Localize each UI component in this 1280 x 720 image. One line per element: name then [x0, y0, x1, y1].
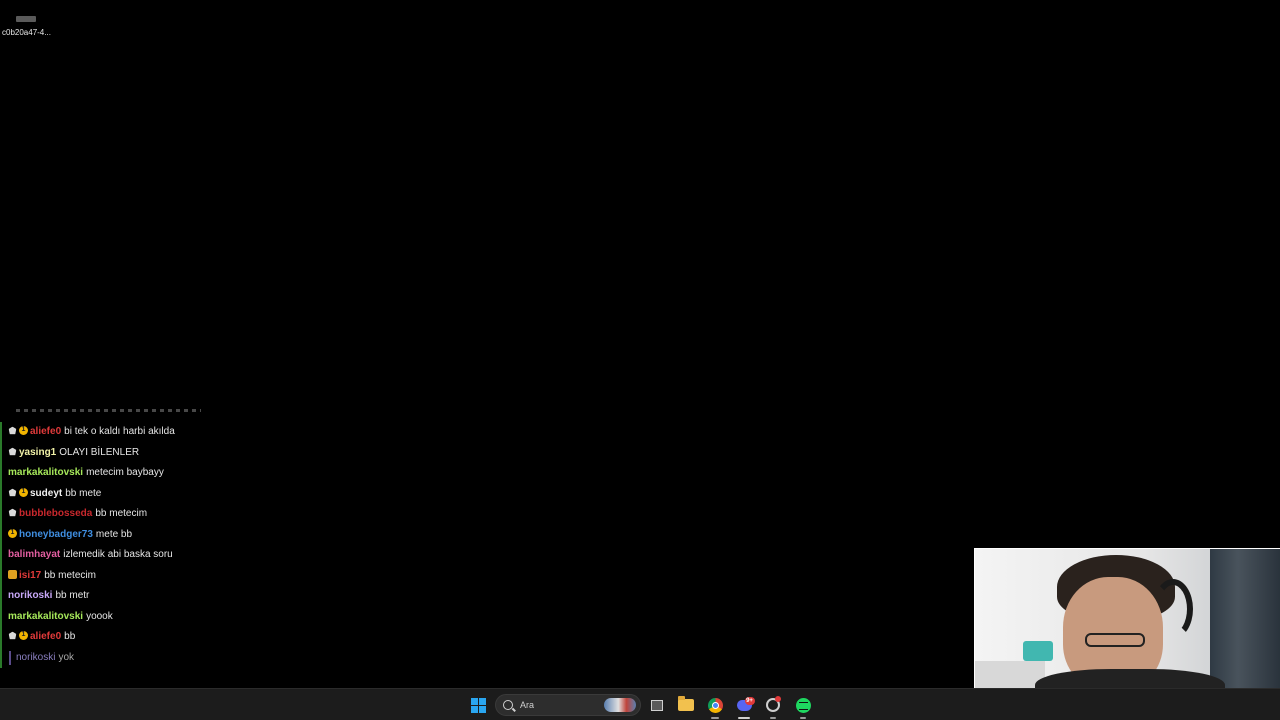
glasses — [1085, 633, 1145, 647]
chat-message: markakalitovski metecim baybayy — [0, 463, 230, 484]
crown-badge-icon — [8, 569, 17, 579]
coin-badge-icon — [8, 523, 17, 543]
chat-username: bubblebosseda — [19, 508, 93, 519]
folder-icon[interactable] — [676, 695, 696, 715]
discord-icon[interactable]: 9+ — [734, 695, 755, 715]
chat-overlay: aliefe0bi tek o kaldı harbi akıldayasing… — [0, 406, 230, 676]
chat-username: markakalitovski — [8, 467, 84, 478]
spotify-running-indicator — [800, 717, 806, 719]
wolf-badge-icon — [8, 631, 17, 640]
taskbar-search-box[interactable]: Ara — [495, 694, 641, 716]
task-view-icon[interactable] — [647, 695, 667, 715]
chat-message: aliefe0bb — [0, 625, 230, 648]
chat-username: norikoski — [16, 651, 56, 663]
chat-message: markakalitovski yoook — [0, 606, 230, 628]
coin-badge-icon — [19, 482, 28, 502]
headphones — [1153, 579, 1193, 639]
search-placeholder: Ara — [520, 700, 535, 710]
webcam-overlay — [974, 548, 1280, 688]
chat-reply-message: norikoski yok — [0, 647, 230, 669]
chat-username: yasing1 — [19, 446, 57, 458]
chat-text: OLAYI BİLENLER — [59, 446, 140, 458]
chat-text: yoook — [86, 610, 113, 622]
coin-badge-icon — [19, 625, 28, 645]
chat-username: aliefe0 — [30, 426, 62, 437]
desktop-screen: c0b20a47-4... aliefe0bi tek o kaldı harb… — [0, 0, 1280, 720]
steam-icon[interactable] — [763, 695, 783, 715]
curtain — [1210, 549, 1280, 688]
steam-running-indicator — [770, 717, 776, 719]
chat-username: balimhayat — [8, 549, 61, 560]
spotify-icon[interactable] — [793, 695, 813, 715]
chat-text: bb metr — [55, 590, 90, 601]
start-icon[interactable] — [468, 695, 488, 715]
discord-running-indicator — [738, 717, 750, 719]
file-thumbnail-icon — [16, 16, 36, 22]
chat-text: metecim baybayy — [86, 467, 164, 478]
chat-message: balimhayat izlemedik abi baska soru — [0, 545, 230, 566]
chat-username: norikoski — [8, 590, 53, 601]
search-icon — [503, 700, 513, 710]
chat-cut-off-line — [0, 406, 230, 422]
chat-username: markakalitovski — [8, 610, 84, 622]
wolf-badge-icon — [8, 447, 17, 455]
wolf-badge-icon — [8, 508, 17, 517]
chat-message-list: aliefe0bi tek o kaldı harbi akıldayasing… — [0, 420, 230, 648]
chrome-running-indicator — [711, 717, 719, 719]
chat-text: izlemedik abi baska soru — [63, 549, 173, 560]
coin-badge-icon — [19, 420, 28, 440]
teal-object — [1023, 641, 1053, 661]
desktop-file-icon[interactable]: c0b20a47-4... — [2, 14, 51, 37]
chat-message: norikoski bb metr — [0, 586, 230, 607]
chat-text: yok — [58, 651, 75, 663]
taskbar: Ara 9+ — [0, 688, 1280, 720]
chat-message: sudeytbb mete — [0, 482, 230, 505]
steam-notification-dot — [775, 696, 781, 702]
chat-username: isi17 — [19, 569, 42, 581]
chat-text: bi tek o kaldı harbi akılda — [64, 426, 175, 437]
wolf-badge-icon — [8, 426, 17, 435]
chat-message: honeybadger73mete bb — [0, 523, 230, 546]
chat-username: honeybadger73 — [19, 528, 93, 540]
chat-text: bb metecim — [44, 569, 96, 581]
chat-text: mete bb — [95, 528, 133, 540]
chat-text: bb metecim — [95, 508, 148, 519]
desktop-file-label: c0b20a47-4... — [2, 28, 51, 37]
search-highlight-art-icon — [604, 698, 636, 712]
chrome-icon[interactable] — [705, 695, 725, 715]
discord-notification-badge: 9+ — [744, 696, 755, 705]
chat-text: bb — [64, 631, 76, 642]
chat-username: sudeyt — [30, 487, 63, 499]
chat-username: aliefe0 — [30, 631, 62, 642]
wolf-badge-icon — [8, 488, 17, 496]
chat-text: bb mete — [65, 487, 102, 499]
chat-message: yasing1 OLAYI BİLENLER — [0, 442, 230, 464]
chat-message: isi17 bb metecim — [0, 565, 230, 587]
chat-message: bubblebosseda bb metecim — [0, 504, 230, 525]
chat-message: aliefe0bi tek o kaldı harbi akılda — [0, 420, 230, 443]
